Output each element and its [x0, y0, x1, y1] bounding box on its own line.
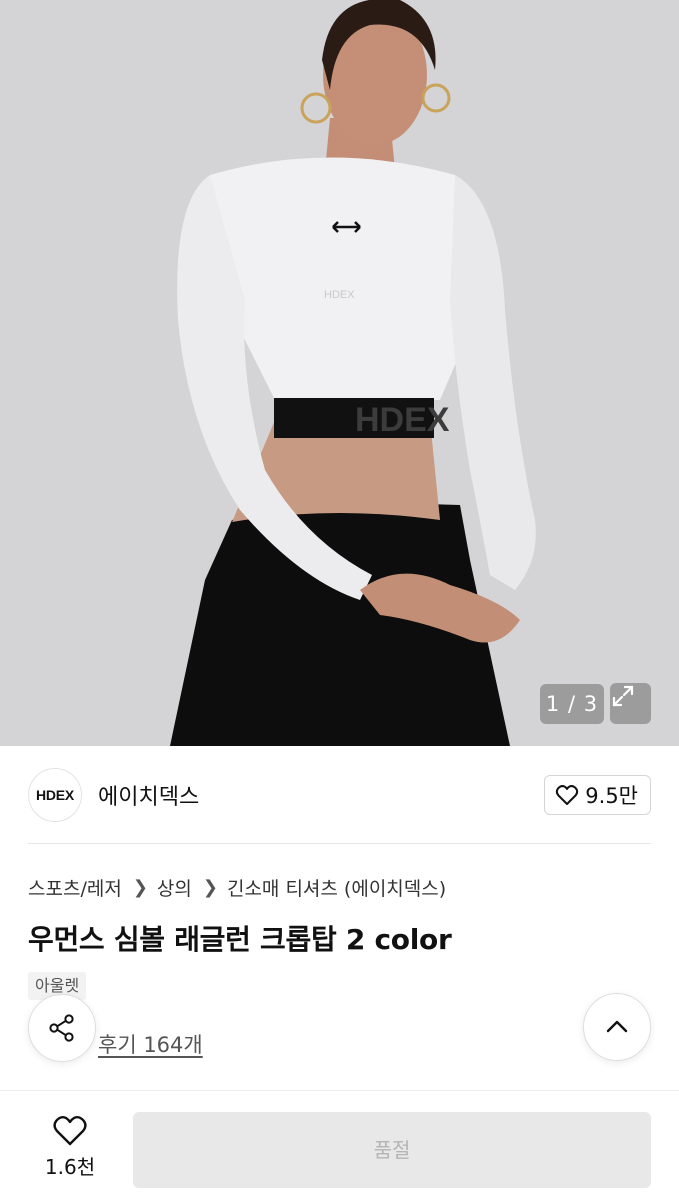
- image-counter: 1 / 3: [540, 684, 604, 724]
- breadcrumb-item-tops[interactable]: 상의: [157, 874, 192, 901]
- brand-like-button[interactable]: 9.5만: [544, 775, 651, 815]
- brand-name[interactable]: 에이치덱스: [98, 779, 199, 811]
- breadcrumb-item-longsleeve[interactable]: 긴소매 티셔츠 (에이치덱스): [227, 874, 446, 901]
- chevron-right-icon: ❯: [132, 876, 148, 898]
- breadcrumb-item-sports[interactable]: 스포츠/레저: [28, 874, 122, 901]
- hem-print: HDEX: [355, 401, 450, 439]
- share-button[interactable]: [28, 994, 96, 1062]
- wishlist-count: 1.6천: [44, 1155, 96, 1179]
- expand-icon: [612, 685, 634, 707]
- wishlist-button[interactable]: 1.6천: [30, 1115, 110, 1180]
- chevron-up-icon: [606, 1020, 628, 1033]
- brand-like-count: 9.5만: [585, 784, 638, 808]
- product-image-gallery[interactable]: HDEX HDEX 1 / 3: [0, 0, 679, 746]
- heart-icon: [556, 785, 579, 805]
- product-page: HDEX HDEX 1 / 3 HDEX 에이치덱스 9.5만 스포츠/레저 ❯…: [0, 0, 679, 1200]
- chevron-right-icon: ❯: [202, 876, 218, 898]
- brand-logo[interactable]: HDEX: [28, 768, 82, 822]
- chest-print: HDEX: [324, 289, 355, 301]
- product-title: 우먼스 심볼 래글런 크롭탑 2 color: [28, 923, 452, 956]
- divider: [28, 843, 651, 844]
- share-icon: [49, 1014, 74, 1042]
- brand-row: HDEX 에이치덱스 9.5만: [28, 766, 651, 824]
- scroll-top-button[interactable]: [583, 993, 651, 1061]
- heart-icon: [53, 1115, 87, 1146]
- breadcrumb: 스포츠/레저 ❯ 상의 ❯ 긴소매 티셔츠 (에이치덱스): [28, 873, 446, 901]
- bottom-action-bar: 1.6천 품절: [0, 1090, 679, 1200]
- product-photo: HDEX HDEX: [0, 0, 679, 746]
- review-link[interactable]: 후기 164개: [98, 1029, 203, 1059]
- expand-image-button[interactable]: [610, 683, 651, 724]
- sold-out-button[interactable]: 품절: [133, 1112, 651, 1188]
